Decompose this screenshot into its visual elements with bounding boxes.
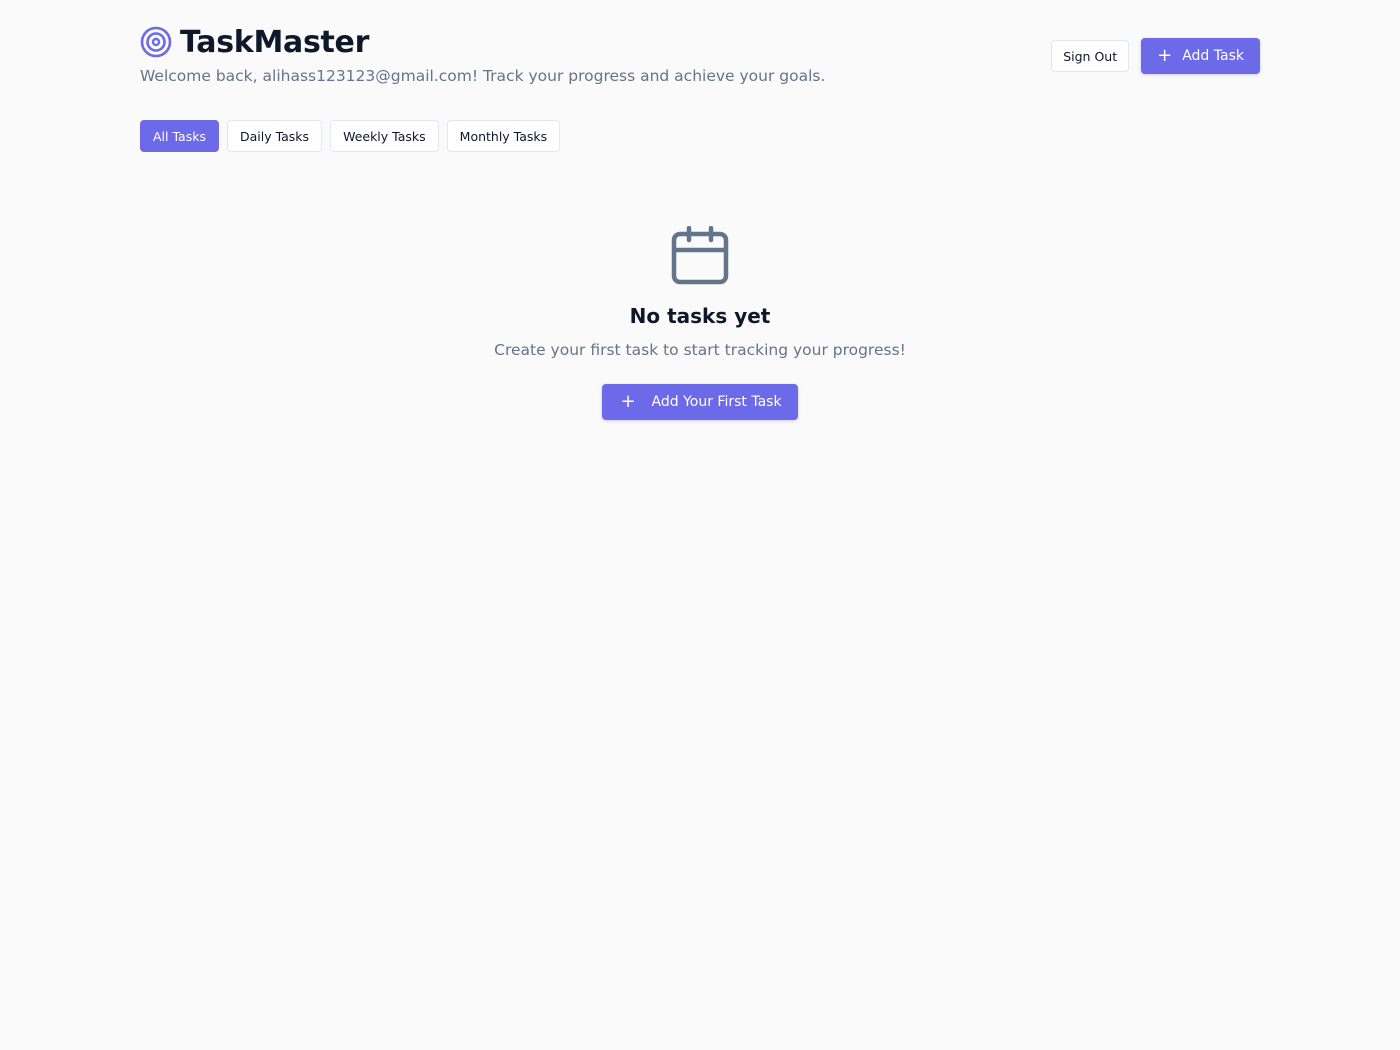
add-task-button[interactable]: + Add Task bbox=[1141, 38, 1260, 74]
empty-state-subtitle: Create your first task to start tracking… bbox=[494, 341, 906, 359]
page-header: TaskMaster Welcome back, alihass123123@g… bbox=[140, 24, 1260, 94]
tab-all-tasks[interactable]: All Tasks bbox=[140, 120, 219, 152]
tab-monthly-tasks[interactable]: Monthly Tasks bbox=[446, 120, 561, 152]
add-first-task-button[interactable]: + Add Your First Task bbox=[602, 384, 798, 420]
target-icon bbox=[140, 26, 172, 58]
task-dashboard: TaskMaster Welcome back, alihass123123@g… bbox=[0, 0, 1400, 1050]
empty-state-title: No tasks yet bbox=[629, 304, 771, 328]
plus-icon: + bbox=[620, 391, 636, 412]
sign-out-button[interactable]: Sign Out bbox=[1051, 40, 1130, 72]
empty-state: No tasks yet Create your first task to s… bbox=[0, 225, 1400, 420]
add-task-label: Add Task bbox=[1182, 48, 1244, 64]
brand: TaskMaster bbox=[140, 24, 369, 60]
app-title: TaskMaster bbox=[180, 24, 370, 60]
plus-icon: + bbox=[1157, 45, 1173, 66]
welcome-message: Welcome back, alihass123123@gmail.com! T… bbox=[140, 67, 826, 85]
tab-daily-tasks[interactable]: Daily Tasks bbox=[226, 120, 323, 152]
task-filter-tabs: All Tasks Daily Tasks Weekly Tasks Month… bbox=[140, 120, 568, 152]
calendar-icon bbox=[670, 225, 730, 286]
header-actions: Sign Out + Add Task bbox=[1051, 38, 1260, 74]
add-first-task-label: Add Your First Task bbox=[651, 394, 782, 410]
tab-weekly-tasks[interactable]: Weekly Tasks bbox=[330, 120, 439, 152]
